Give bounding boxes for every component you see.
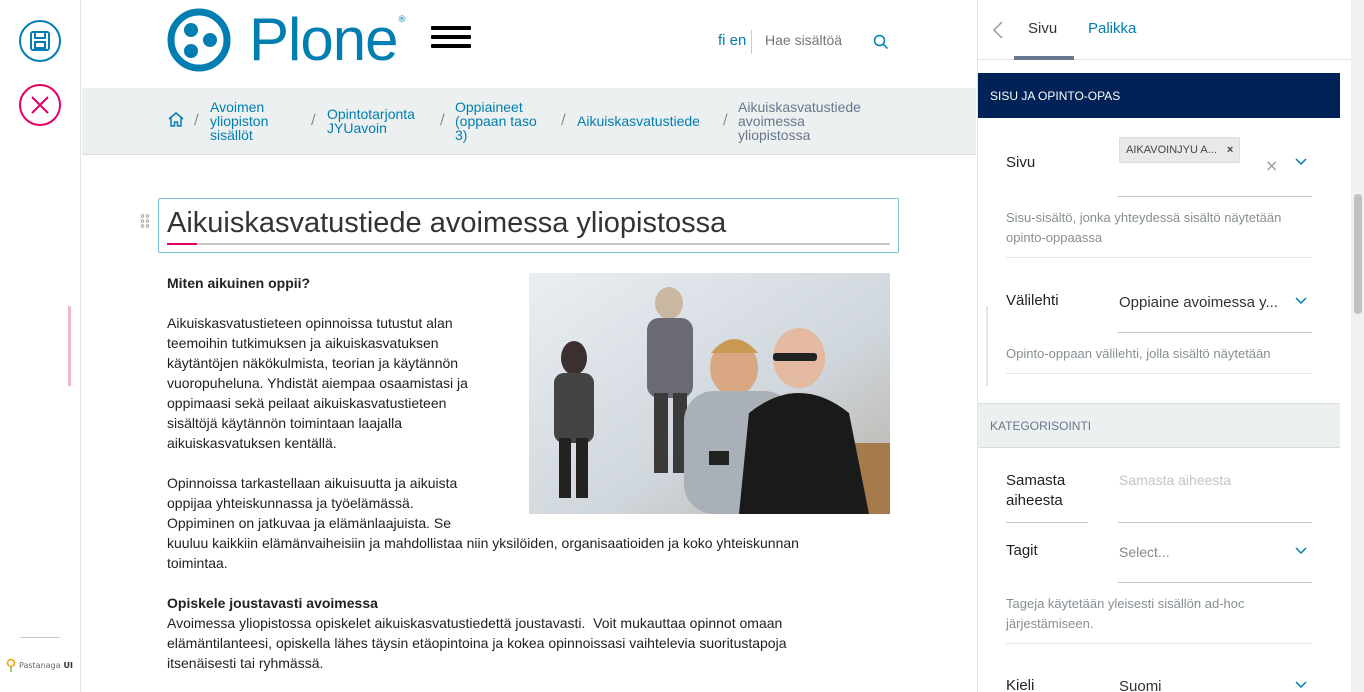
- field-help-valilehti: Opinto-oppaan välilehti, jolla sisältö n…: [1006, 346, 1271, 361]
- field-underline: [1118, 332, 1312, 333]
- field-focus-indicator: [986, 306, 988, 386]
- chevron-down-icon[interactable]: [1294, 680, 1308, 690]
- samasta-aiheesta-input[interactable]: Samasta aiheesta: [1119, 472, 1231, 488]
- language-divider: [751, 30, 752, 54]
- people-photo: [529, 273, 890, 514]
- breadcrumb-separator: /: [561, 112, 566, 128]
- toolbar-divider: [20, 637, 60, 638]
- field-separator: [1006, 373, 1312, 374]
- selected-value-chip: AIKAVOINJYU A... ×: [1119, 137, 1241, 163]
- brand-suffix: UI: [63, 660, 74, 670]
- language-fi[interactable]: fi: [718, 32, 726, 49]
- search-input[interactable]: [765, 32, 865, 48]
- field-underline: [1118, 582, 1312, 583]
- field-underline: [1118, 196, 1312, 197]
- chevron-down-icon[interactable]: [1294, 296, 1308, 306]
- chip-remove-button[interactable]: ×: [1227, 144, 1233, 156]
- logo-wordmark: Plone: [249, 6, 398, 73]
- sidebar-scrollbar-thumb[interactable]: [1354, 194, 1362, 314]
- language-en[interactable]: en: [730, 32, 747, 49]
- field-underline: [1006, 522, 1088, 523]
- select-valilehti[interactable]: Oppiaine avoimessa y...: [1119, 294, 1278, 311]
- breadcrumb-current: Aikuiskasvatustiede avoimessa yliopistos…: [738, 99, 861, 143]
- plone-logo-icon: [167, 8, 231, 72]
- search-icon[interactable]: [873, 34, 889, 50]
- save-button[interactable]: [19, 20, 61, 62]
- chevron-down-icon[interactable]: [1294, 157, 1308, 167]
- breadcrumb-separator: /: [440, 112, 445, 128]
- logo-registered-mark: ®: [397, 15, 407, 25]
- content-heading[interactable]: Miten aikuinen oppii?: [167, 273, 310, 293]
- title-block[interactable]: Aikuiskasvatustiede avoimessa yliopistos…: [158, 198, 899, 253]
- site-logo[interactable]: Plone ®: [167, 8, 406, 72]
- save-icon: [30, 31, 50, 51]
- content-paragraph[interactable]: Avoimessa yliopistossa opiskelet aikuisk…: [167, 613, 787, 673]
- close-icon: [31, 96, 49, 114]
- content-paragraph[interactable]: Opinnoissa tarkastellaan aikuisuutta ja …: [167, 473, 457, 533]
- menu-button[interactable]: [431, 26, 471, 48]
- cancel-button[interactable]: [19, 84, 61, 126]
- active-tab-indicator: [1014, 56, 1074, 60]
- field-help-sivu: Sisu-sisältö, jonka yhteydessä sisältö n…: [1006, 210, 1282, 245]
- hamburger-bar: [431, 26, 471, 30]
- field-label-valilehti: Välilehti: [1006, 292, 1059, 309]
- content-paragraph[interactable]: Aikuiskasvatustieteen opinnoissa tutustu…: [167, 313, 468, 453]
- title-underline: [167, 243, 890, 245]
- breadcrumb-separator: /: [311, 112, 316, 128]
- content-image[interactable]: [529, 273, 890, 514]
- field-help-tagit: Tageja käytetään yleisesti sisällön ad-h…: [1006, 596, 1245, 631]
- title-underline-accent: [167, 243, 197, 245]
- content-heading[interactable]: Opiskele joustavasti avoimessa: [167, 593, 378, 613]
- chip-label: AIKAVOINJYU A...: [1126, 144, 1217, 156]
- field-underline: [1118, 522, 1312, 523]
- section-header-kategorisointi[interactable]: KATEGORISOINTI: [978, 403, 1340, 448]
- breadcrumb-separator: /: [723, 112, 728, 128]
- field-label-samasta: Samasta aiheesta: [1006, 472, 1066, 509]
- breadcrumb-item[interactable]: Avoimen yliopiston sisällöt: [210, 100, 268, 142]
- drag-handle-icon[interactable]: [140, 213, 150, 229]
- breadcrumb-item[interactable]: Opintotarjonta JYUavoin: [327, 107, 415, 135]
- sidebar-tabs: Sivu Palikka: [978, 0, 1351, 60]
- tab-palikka[interactable]: Palikka: [1088, 20, 1136, 37]
- section-header-sisu[interactable]: SISU JA OPINTO-OPAS: [978, 73, 1340, 118]
- language-selector: fi en: [718, 32, 746, 49]
- tags-select[interactable]: Select...: [1119, 544, 1170, 560]
- pastanaga-logo-icon: [6, 658, 16, 672]
- edit-toolbar: Pastanaga UI: [0, 0, 81, 692]
- language-select[interactable]: Suomi: [1119, 678, 1162, 692]
- field-label-tagit: Tagit: [1006, 542, 1038, 559]
- content-paragraph[interactable]: kuuluu kaikkiin elämänvaiheisiin ja mahd…: [167, 533, 799, 573]
- breadcrumb-item[interactable]: Oppiaineet (oppaan taso 3): [455, 100, 537, 142]
- field-label-kieli: Kieli: [1006, 677, 1035, 692]
- tab-sivu[interactable]: Sivu: [1028, 20, 1057, 37]
- breadcrumb-separator: /: [194, 112, 199, 128]
- field-label-sivu: Sivu: [1006, 154, 1036, 171]
- home-icon[interactable]: [168, 112, 184, 127]
- field-separator: [1006, 643, 1312, 644]
- breadcrumb: / Avoimen yliopiston sisällöt / Opintota…: [82, 88, 976, 155]
- hamburger-bar: [431, 35, 471, 39]
- chevron-left-icon[interactable]: [992, 20, 1004, 40]
- site-header: Plone ® fi en: [82, 0, 976, 88]
- clear-selection-button[interactable]: ×: [1265, 156, 1278, 175]
- chevron-down-icon[interactable]: [1294, 546, 1308, 556]
- pastanaga-brand: Pastanaga UI: [6, 658, 73, 672]
- breadcrumb-item[interactable]: Aikuiskasvatustiede: [577, 114, 700, 128]
- sidebar-scrollbar[interactable]: [1351, 0, 1364, 692]
- brand-name: Pastanaga: [19, 660, 61, 670]
- settings-sidebar: Sivu Palikka SISU JA OPINTO-OPAS Sivu AI…: [977, 0, 1364, 692]
- hamburger-bar: [431, 44, 471, 48]
- toolbar-resize-handle[interactable]: [68, 306, 71, 386]
- page-title[interactable]: Aikuiskasvatustiede avoimessa yliopistos…: [167, 207, 726, 240]
- field-separator: [1006, 257, 1312, 258]
